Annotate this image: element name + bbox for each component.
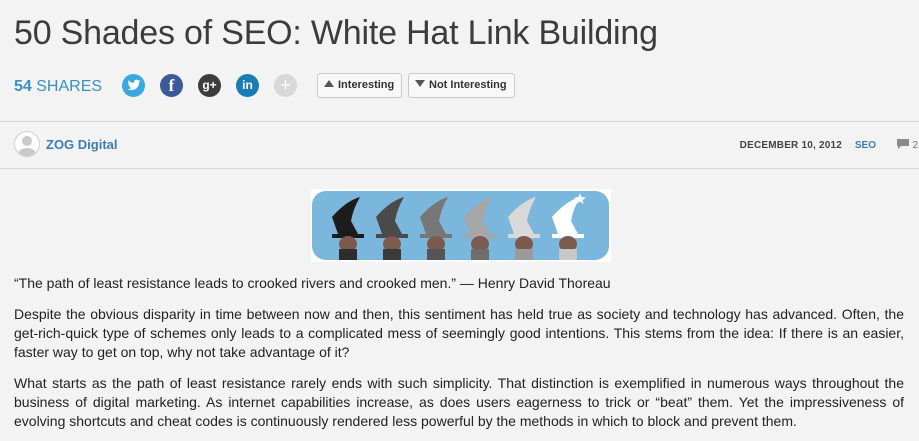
comment-count[interactable]: 2 xyxy=(912,140,918,151)
twitter-share-button[interactable] xyxy=(122,74,145,97)
triangle-up-icon xyxy=(324,80,334,87)
share-bar: 54 SHARES f g+ in + Interesting Not Inte… xyxy=(14,70,914,102)
wizard-figure xyxy=(546,193,590,260)
user-silhouette-icon xyxy=(18,136,36,156)
author-link[interactable]: ZOG Digital xyxy=(46,137,118,152)
facebook-f-icon: f xyxy=(168,76,175,95)
wizard-figure xyxy=(370,197,414,260)
article-quote: “The path of least resistance leads to c… xyxy=(14,275,611,291)
google-plus-share-button[interactable]: g+ xyxy=(198,74,221,97)
wizard-hats-banner xyxy=(312,191,609,260)
interesting-label: Interesting xyxy=(338,79,395,91)
article-paragraph: Despite the obvious disparity in time be… xyxy=(14,306,904,360)
wizard-figure xyxy=(458,197,502,260)
more-share-button[interactable]: + xyxy=(274,74,297,97)
google-plus-icon: g+ xyxy=(202,78,217,92)
article-title: 50 Shades of SEO: White Hat Link Buildin… xyxy=(14,14,658,52)
facebook-share-button[interactable]: f xyxy=(160,74,183,97)
plus-icon: + xyxy=(280,75,291,95)
article-hero-image xyxy=(311,189,611,262)
category-link[interactable]: SEO xyxy=(855,140,876,151)
share-count: 54 SHARES xyxy=(14,78,102,96)
wizard-figure xyxy=(326,197,370,260)
interesting-button[interactable]: Interesting xyxy=(317,73,403,98)
linkedin-share-button[interactable]: in xyxy=(236,74,259,97)
wizard-figure xyxy=(502,197,546,260)
divider xyxy=(0,168,919,169)
comment-icon[interactable] xyxy=(896,138,910,150)
triangle-down-icon xyxy=(415,80,425,87)
article-paragraph: What starts as the path of least resista… xyxy=(14,375,904,429)
avatar[interactable] xyxy=(14,131,40,157)
twitter-bird-icon xyxy=(127,79,140,91)
share-count-label: SHARES xyxy=(36,78,103,95)
not-interesting-button[interactable]: Not Interesting xyxy=(408,73,515,98)
wizard-figure xyxy=(414,197,458,260)
post-date: DECEMBER 10, 2012 xyxy=(739,140,842,151)
share-count-number: 54 xyxy=(14,78,32,95)
linkedin-in-icon: in xyxy=(242,78,253,92)
wizard-hats-illustration xyxy=(326,193,590,260)
divider xyxy=(0,121,919,122)
not-interesting-label: Not Interesting xyxy=(429,79,507,91)
article-body: “The path of least resistance leads to c… xyxy=(14,274,904,441)
article-meta: ZOG Digital DECEMBER 10, 2012 SEO 2 xyxy=(14,131,918,159)
